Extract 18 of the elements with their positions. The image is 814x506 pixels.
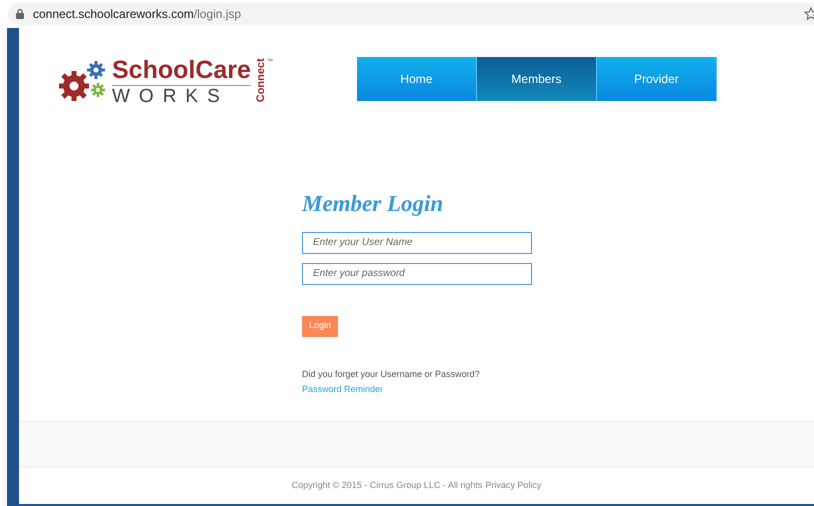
login-button[interactable]: Login [302,316,338,337]
logo-subtitle: WORKS [112,85,251,106]
url-text: connect.schoolcareworks.com/login.jsp [33,6,242,23]
lock-icon [16,9,24,19]
login-title: Member Login [302,190,444,218]
password-reminder-link[interactable]: Password Reminder [302,384,384,394]
address-bar[interactable]: connect.schoolcareworks.com/login.jsp [8,3,814,25]
username-field[interactable]: Enter your User Name [302,232,532,254]
privacy-policy-link[interactable]: Privacy Policy [485,479,542,493]
help-text: Did you forget your Username or Password? Password Reminder [302,368,481,396]
nav-tab[interactable]: Home [356,57,477,101]
logo-tag: Connect [254,56,267,104]
copyright-text: Copyright © 2015 - Cirrus Group LLC - All rights [292,479,482,492]
bookmark-star-icon[interactable] [804,7,814,21]
nav-tab[interactable]: Provider [596,57,717,101]
nav-tab[interactable]: Members [476,57,597,101]
logo-text: SchoolCare [112,58,251,83]
password-field[interactable]: Enter your password [302,262,532,285]
